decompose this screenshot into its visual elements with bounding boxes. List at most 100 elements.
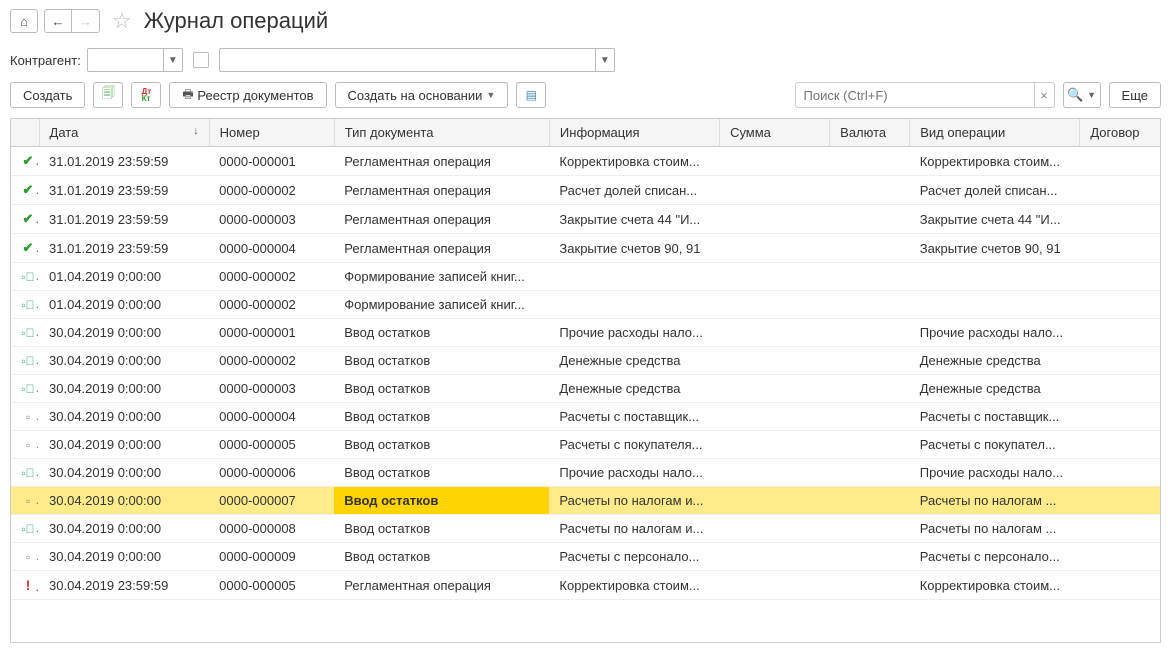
registry-button[interactable]: 🖶 Реестр документов [169, 82, 326, 108]
cell-date: 31.01.2019 23:59:59 [39, 234, 209, 263]
cell-doc-type: Формирование записей книг... [334, 291, 549, 319]
cell-info: Расчеты с персонало... [549, 543, 719, 571]
cell-date: 31.01.2019 23:59:59 [39, 147, 209, 176]
cell-op-type: Расчеты с покупател... [910, 431, 1080, 459]
cell-info [549, 263, 719, 291]
check-icon: ✔ [21, 240, 35, 256]
cell-sum [720, 487, 830, 515]
counterparty-value-dropdown[interactable]: ▼ [595, 48, 615, 72]
counterparty-checkbox[interactable] [193, 52, 209, 68]
table-row[interactable]: ✔31.01.2019 23:59:590000-000004Регламент… [11, 234, 1160, 263]
cell-sum [720, 543, 830, 571]
operations-table: Дата↓ Номер Тип документа Информация Сум… [10, 118, 1161, 643]
table-row[interactable]: ▫30.04.2019 0:00:000000-000009Ввод остат… [11, 543, 1160, 571]
table-row[interactable]: ▫30.04.2019 0:00:000000-000004Ввод остат… [11, 403, 1160, 431]
cell-sum [720, 176, 830, 205]
create-based-button[interactable]: Создать на основании ▼ [335, 82, 509, 108]
col-date[interactable]: Дата↓ [39, 119, 209, 147]
cell-contract [1080, 571, 1160, 600]
col-number[interactable]: Номер [209, 119, 334, 147]
table-row[interactable]: ▫⃕30.04.2019 0:00:000000-000001Ввод оста… [11, 319, 1160, 347]
cell-number: 0000-000002 [209, 263, 334, 291]
copy-button[interactable]: 🗐 [93, 82, 123, 108]
cell-op-type: Расчеты с персонало... [910, 543, 1080, 571]
cell-doc-type: Ввод остатков [334, 459, 549, 487]
page-icon: ▤ [526, 88, 537, 102]
forward-button[interactable]: → [72, 9, 100, 33]
table-row[interactable]: !30.04.2019 23:59:590000-000005Регламент… [11, 571, 1160, 600]
cell-info: Расчеты по налогам и... [549, 487, 719, 515]
table-row[interactable]: ▫⃕30.04.2019 0:00:000000-000003Ввод оста… [11, 375, 1160, 403]
cell-contract [1080, 431, 1160, 459]
cell-currency [830, 319, 910, 347]
cell-info: Расчеты по налогам и... [549, 515, 719, 543]
table-row[interactable]: ▫30.04.2019 0:00:000000-000005Ввод остат… [11, 431, 1160, 459]
col-info[interactable]: Информация [549, 119, 719, 147]
document-posted-icon: ▫⃕ [21, 326, 35, 340]
arrow-left-icon: ← [52, 14, 65, 29]
cell-sum [720, 515, 830, 543]
back-button[interactable]: ← [44, 9, 72, 33]
cell-sum [720, 571, 830, 600]
cell-doc-type: Ввод остатков [334, 319, 549, 347]
cell-op-type: Денежные средства [910, 375, 1080, 403]
cell-info [549, 291, 719, 319]
cell-date: 01.04.2019 0:00:00 [39, 263, 209, 291]
more-button[interactable]: Еще [1109, 82, 1161, 108]
dtkt-button[interactable]: ДтКт [131, 82, 161, 108]
table-row[interactable]: ✔31.01.2019 23:59:590000-000003Регламент… [11, 205, 1160, 234]
cell-doc-type: Регламентная операция [334, 147, 549, 176]
document-posted-icon: ▫⃕ [21, 522, 35, 536]
table-row[interactable]: ✔31.01.2019 23:59:590000-000001Регламент… [11, 147, 1160, 176]
cell-date: 30.04.2019 0:00:00 [39, 431, 209, 459]
cell-date: 30.04.2019 0:00:00 [39, 347, 209, 375]
counterparty-filter-type[interactable] [87, 48, 167, 72]
col-contract[interactable]: Договор [1080, 119, 1160, 147]
table-row[interactable]: ✔31.01.2019 23:59:590000-000002Регламент… [11, 176, 1160, 205]
document-posted-icon: ▫⃕ [21, 298, 35, 312]
cell-currency [830, 515, 910, 543]
cell-doc-type: Ввод остатков [334, 515, 549, 543]
home-button[interactable]: ⌂ [10, 9, 38, 33]
search-button[interactable]: 🔍 ▼ [1063, 82, 1101, 108]
search-clear-button[interactable]: × [1035, 82, 1055, 108]
cell-date: 30.04.2019 0:00:00 [39, 403, 209, 431]
create-button[interactable]: Создать [10, 82, 85, 108]
cell-currency [830, 487, 910, 515]
search-input[interactable] [795, 82, 1035, 108]
col-status[interactable] [11, 119, 39, 147]
col-currency[interactable]: Валюта [830, 119, 910, 147]
cell-doc-type: Регламентная операция [334, 234, 549, 263]
document-icon: ▫ [21, 494, 35, 508]
cell-doc-type: Ввод остатков [334, 403, 549, 431]
cell-date: 30.04.2019 0:00:00 [39, 375, 209, 403]
report-button[interactable]: ▤ [516, 82, 546, 108]
cell-info: Расчет долей списан... [549, 176, 719, 205]
arrow-right-icon: → [79, 14, 92, 29]
cell-number: 0000-000004 [209, 234, 334, 263]
table-row[interactable]: ▫⃕01.04.2019 0:00:000000-000002Формирова… [11, 291, 1160, 319]
cell-info: Денежные средства [549, 375, 719, 403]
cell-number: 0000-000002 [209, 291, 334, 319]
table-row[interactable]: ▫⃕30.04.2019 0:00:000000-000002Ввод оста… [11, 347, 1160, 375]
cell-number: 0000-000007 [209, 487, 334, 515]
table-row[interactable]: ▫⃕30.04.2019 0:00:000000-000006Ввод оста… [11, 459, 1160, 487]
cell-contract [1080, 459, 1160, 487]
table-row[interactable]: ▫30.04.2019 0:00:000000-000007Ввод остат… [11, 487, 1160, 515]
table-row[interactable]: ▫⃕30.04.2019 0:00:000000-000008Ввод оста… [11, 515, 1160, 543]
counterparty-filter-value[interactable] [219, 48, 599, 72]
cell-currency [830, 543, 910, 571]
col-op-type[interactable]: Вид операции [910, 119, 1080, 147]
cell-currency [830, 234, 910, 263]
cell-op-type: Корректировка стоим... [910, 147, 1080, 176]
cell-contract [1080, 205, 1160, 234]
col-doc-type[interactable]: Тип документа [334, 119, 549, 147]
counterparty-type-dropdown[interactable]: ▼ [163, 48, 183, 72]
cell-op-type: Прочие расходы нало... [910, 459, 1080, 487]
document-posted-icon: ▫⃕ [21, 270, 35, 284]
table-row[interactable]: ▫⃕01.04.2019 0:00:000000-000002Формирова… [11, 263, 1160, 291]
cell-info: Расчеты с покупателя... [549, 431, 719, 459]
col-sum[interactable]: Сумма [720, 119, 830, 147]
favorite-star-icon[interactable]: ☆ [112, 8, 132, 34]
cell-contract [1080, 291, 1160, 319]
